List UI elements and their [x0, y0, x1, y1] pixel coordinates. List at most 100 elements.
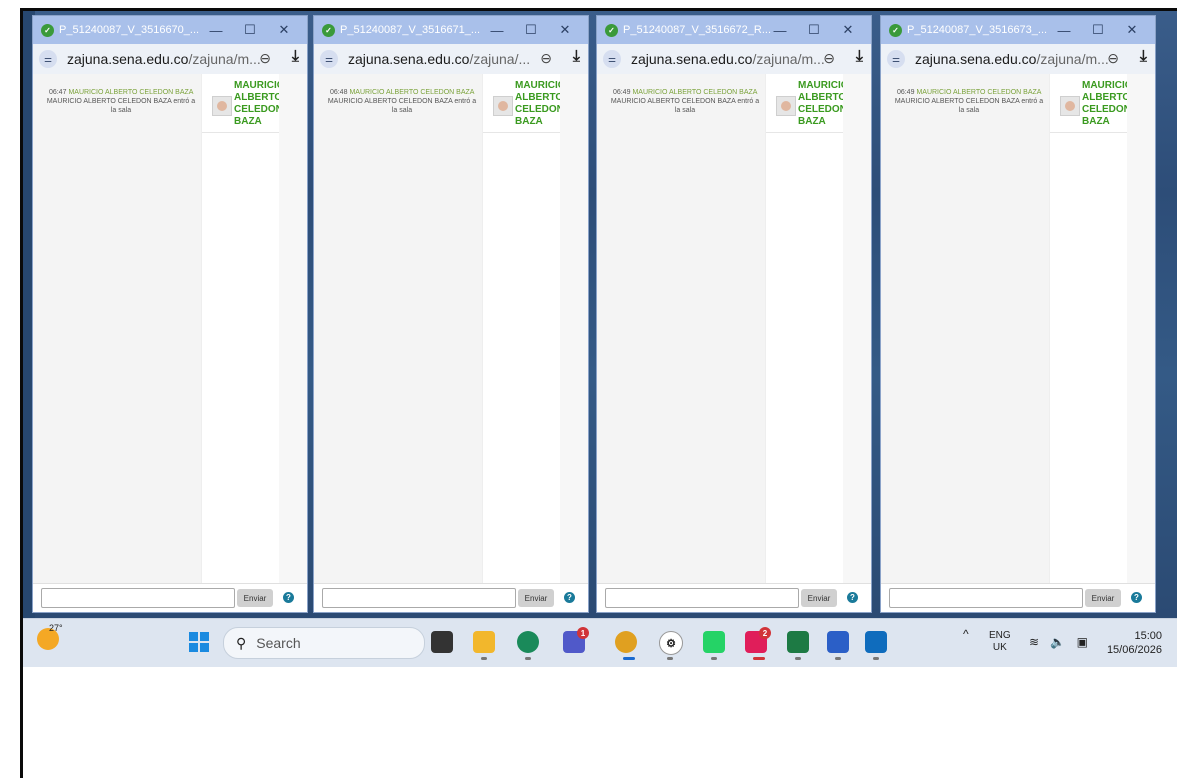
zoom-icon[interactable]: ⊖	[1107, 50, 1119, 67]
teams-icon[interactable]: 1	[563, 627, 589, 653]
url-text[interactable]: zajuna.sena.edu.co/zajuna/...	[348, 51, 530, 67]
send-button[interactable]: Enviar	[801, 589, 837, 607]
task-view-icon[interactable]	[431, 631, 453, 653]
close-button[interactable]: ✕	[267, 22, 301, 38]
taskbar-search[interactable]: ⚲ Search	[223, 627, 425, 659]
zoom-icon[interactable]: ⊖	[823, 50, 835, 67]
message-author: MAURICIO ALBERTO CELEDON BAZA	[916, 89, 1042, 96]
window-title: P_51240087_V_3516673_...	[907, 24, 1048, 36]
scrollbar[interactable]	[843, 74, 871, 584]
help-icon[interactable]: ?	[847, 592, 858, 603]
chrome-icon[interactable]	[615, 631, 637, 653]
scrollbar[interactable]	[279, 74, 307, 584]
window-titlebar[interactable]: ✓ P_51240087_V_3516671_... — ☐ ✕	[314, 16, 588, 44]
scrollbar[interactable]	[560, 74, 588, 584]
site-info-icon[interactable]: ⚌	[320, 50, 338, 68]
browser-window-3[interactable]: ✓ P_51240087_V_3516672_R... — ☐ ✕ ⚌ zaju…	[596, 15, 872, 613]
site-info-icon[interactable]: ⚌	[887, 50, 905, 68]
url-host: zajuna.sena.edu.co	[348, 51, 470, 67]
message-time: 06:47	[48, 89, 67, 96]
participant-name: MAURICIO ALBERTO CELEDON BAZA	[515, 80, 566, 127]
browser-window-1[interactable]: ✓ P_51240087_V_3516670_... — ☐ ✕ ⚌ zajun…	[32, 15, 308, 613]
running-indicator	[873, 657, 879, 660]
scrollbar[interactable]	[1127, 74, 1155, 584]
clock[interactable]: 15:00 15/06/2026	[1098, 629, 1162, 657]
message-input[interactable]	[605, 588, 799, 608]
chat-messages: 06:49 MAURICIO ALBERTO CELEDON BAZA MAUR…	[881, 74, 1049, 584]
help-icon[interactable]: ?	[1131, 592, 1142, 603]
file-explorer-icon[interactable]	[473, 631, 495, 653]
search-icon: ⚲	[236, 634, 247, 651]
download-icon[interactable]: ⤓	[292, 48, 299, 66]
chat-footer: Enviar ?	[314, 583, 588, 612]
window-titlebar[interactable]: ✓ P_51240087_V_3516670_... — ☐ ✕	[33, 16, 307, 44]
send-button[interactable]: Enviar	[1085, 589, 1121, 607]
zoom-icon[interactable]: ⊖	[540, 50, 552, 67]
system-tray-icons[interactable]: ≋ 🔈 ▣	[1029, 635, 1092, 649]
url-text[interactable]: zajuna.sena.edu.co/zajuna/m...	[631, 51, 825, 67]
address-bar[interactable]: ⚌ zajuna.sena.edu.co/zajuna/m... ⊖ ⤓	[597, 44, 871, 75]
url-text[interactable]: zajuna.sena.edu.co/zajuna/m...	[67, 51, 261, 67]
site-favicon-icon: ✓	[605, 23, 618, 37]
minimize-button[interactable]: —	[763, 23, 797, 38]
url-host: zajuna.sena.edu.co	[915, 51, 1037, 67]
language-indicator[interactable]: ENG UK	[989, 630, 1011, 654]
whatsapp-icon[interactable]	[703, 631, 725, 653]
chatgpt-icon[interactable]: ⚙	[659, 631, 683, 655]
participants-panel: MAURICIO ALBERTO CELEDON BAZA	[201, 74, 285, 584]
excel-icon[interactable]	[787, 631, 809, 653]
chat-messages: 06:49 MAURICIO ALBERTO CELEDON BAZA MAUR…	[597, 74, 765, 584]
close-button[interactable]: ✕	[831, 22, 865, 38]
minimize-button[interactable]: —	[1047, 23, 1081, 38]
maximize-button[interactable]: ☐	[514, 22, 548, 38]
help-icon[interactable]: ?	[283, 592, 294, 603]
chat-footer: Enviar ?	[597, 583, 871, 612]
word-icon[interactable]	[827, 631, 849, 653]
address-bar[interactable]: ⚌ zajuna.sena.edu.co/zajuna/m... ⊖ ⤓	[881, 44, 1155, 75]
participant-item[interactable]: MAURICIO ALBERTO CELEDON BAZA	[483, 74, 566, 133]
minimize-button[interactable]: —	[199, 23, 233, 38]
close-button[interactable]: ✕	[1115, 22, 1149, 38]
teams-badge: 1	[577, 627, 589, 639]
message-input[interactable]	[41, 588, 235, 608]
site-info-icon[interactable]: ⚌	[39, 50, 57, 68]
download-icon[interactable]: ⤓	[1140, 48, 1147, 66]
url-path: /zajuna/m...	[188, 51, 261, 67]
window-titlebar[interactable]: ✓ P_51240087_V_3516672_R... — ☐ ✕	[597, 16, 871, 44]
maximize-button[interactable]: ☐	[797, 22, 831, 38]
participant-item[interactable]: MAURICIO ALBERTO CELEDON BAZA	[1050, 74, 1133, 133]
browser-window-4[interactable]: ✓ P_51240087_V_3516673_... — ☐ ✕ ⚌ zajun…	[880, 15, 1156, 613]
participant-item[interactable]: MAURICIO ALBERTO CELEDON BAZA	[202, 74, 285, 133]
zoom-icon[interactable]: ⊖	[259, 50, 271, 67]
clock-date: 15/06/2026	[1106, 644, 1162, 656]
maximize-button[interactable]: ☐	[1081, 22, 1115, 38]
running-indicator	[667, 657, 673, 660]
download-icon[interactable]: ⤓	[573, 48, 580, 66]
message-input[interactable]	[322, 588, 516, 608]
url-path: /zajuna/m...	[1036, 51, 1109, 67]
maximize-button[interactable]: ☐	[233, 22, 267, 38]
slack-icon[interactable]: 2	[745, 627, 771, 653]
url-text[interactable]: zajuna.sena.edu.co/zajuna/m...	[915, 51, 1109, 67]
site-info-icon[interactable]: ⚌	[603, 50, 621, 68]
message-author: MAURICIO ALBERTO CELEDON BAZA	[68, 89, 194, 96]
close-button[interactable]: ✕	[548, 22, 582, 38]
message-time: 06:48	[329, 89, 348, 96]
browser-window-2[interactable]: ✓ P_51240087_V_3516671_... — ☐ ✕ ⚌ zajun…	[313, 15, 589, 613]
address-bar[interactable]: ⚌ zajuna.sena.edu.co/zajuna/... ⊖ ⤓	[314, 44, 588, 75]
start-windows-icon[interactable]	[189, 632, 209, 652]
message-text: MAURICIO ALBERTO CELEDON BAZA entró a la…	[610, 98, 760, 114]
address-bar[interactable]: ⚌ zajuna.sena.edu.co/zajuna/m... ⊖ ⤓	[33, 44, 307, 75]
help-icon[interactable]: ?	[564, 592, 575, 603]
avatar	[493, 96, 513, 116]
participant-item[interactable]: MAURICIO ALBERTO CELEDON BAZA	[766, 74, 849, 133]
send-button[interactable]: Enviar	[237, 589, 273, 607]
outlook-icon[interactable]	[865, 631, 887, 653]
edge-browser-icon[interactable]	[517, 631, 539, 653]
chevron-up-icon[interactable]: ^	[963, 627, 969, 641]
message-input[interactable]	[889, 588, 1083, 608]
minimize-button[interactable]: —	[480, 23, 514, 38]
send-button[interactable]: Enviar	[518, 589, 554, 607]
download-icon[interactable]: ⤓	[856, 48, 863, 66]
window-titlebar[interactable]: ✓ P_51240087_V_3516673_... — ☐ ✕	[881, 16, 1155, 44]
